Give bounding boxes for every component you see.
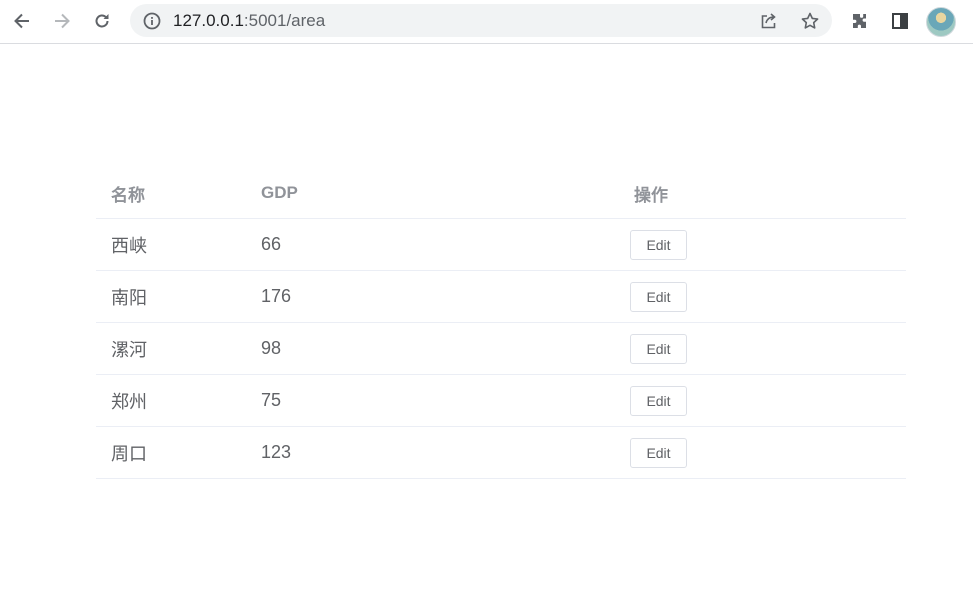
- table-row: 南阳 176 Edit: [96, 270, 906, 323]
- edit-button[interactable]: Edit: [630, 385, 687, 416]
- extensions-icon[interactable]: [844, 6, 876, 36]
- cell-gdp: 66: [246, 218, 619, 271]
- column-header-action: 操作: [619, 168, 906, 219]
- table-row: 周口 123 Edit: [96, 426, 906, 479]
- edit-button[interactable]: Edit: [630, 437, 687, 468]
- browser-toolbar: 127.0.0.1:5001/area: [0, 0, 973, 44]
- area-table: 名称 GDP 操作 西峡 66 Edit 南阳 176 Edit 漯河 98 E…: [96, 168, 906, 479]
- cell-name: 郑州: [96, 374, 246, 427]
- reload-icon[interactable]: [86, 6, 118, 36]
- star-icon[interactable]: [799, 10, 821, 32]
- cell-gdp: 123: [246, 426, 619, 479]
- cell-name: 南阳: [96, 270, 246, 323]
- column-header-gdp: GDP: [246, 168, 619, 219]
- table-row: 郑州 75 Edit: [96, 374, 906, 427]
- url-text[interactable]: 127.0.0.1:5001/area: [173, 4, 325, 37]
- cell-name: 周口: [96, 426, 246, 479]
- forward-icon[interactable]: [46, 6, 78, 36]
- profile-avatar[interactable]: [926, 7, 956, 37]
- address-bar[interactable]: 127.0.0.1:5001/area: [130, 4, 832, 37]
- cell-gdp: 98: [246, 322, 619, 375]
- info-icon[interactable]: [142, 11, 162, 31]
- url-path: :5001/area: [243, 11, 326, 30]
- table-header-row: 名称 GDP 操作: [96, 168, 906, 219]
- cell-gdp: 75: [246, 374, 619, 427]
- url-host: 127.0.0.1: [173, 11, 244, 30]
- cell-gdp: 176: [246, 270, 619, 323]
- share-icon[interactable]: [758, 10, 780, 32]
- edit-button[interactable]: Edit: [630, 333, 687, 364]
- table-row: 西峡 66 Edit: [96, 218, 906, 271]
- side-panel-icon[interactable]: [884, 6, 916, 36]
- edit-button[interactable]: Edit: [630, 281, 687, 312]
- cell-name: 漯河: [96, 322, 246, 375]
- column-header-name: 名称: [96, 168, 246, 219]
- cell-name: 西峡: [96, 218, 246, 271]
- back-icon[interactable]: [6, 6, 38, 36]
- table-row: 漯河 98 Edit: [96, 322, 906, 375]
- edit-button[interactable]: Edit: [630, 229, 687, 260]
